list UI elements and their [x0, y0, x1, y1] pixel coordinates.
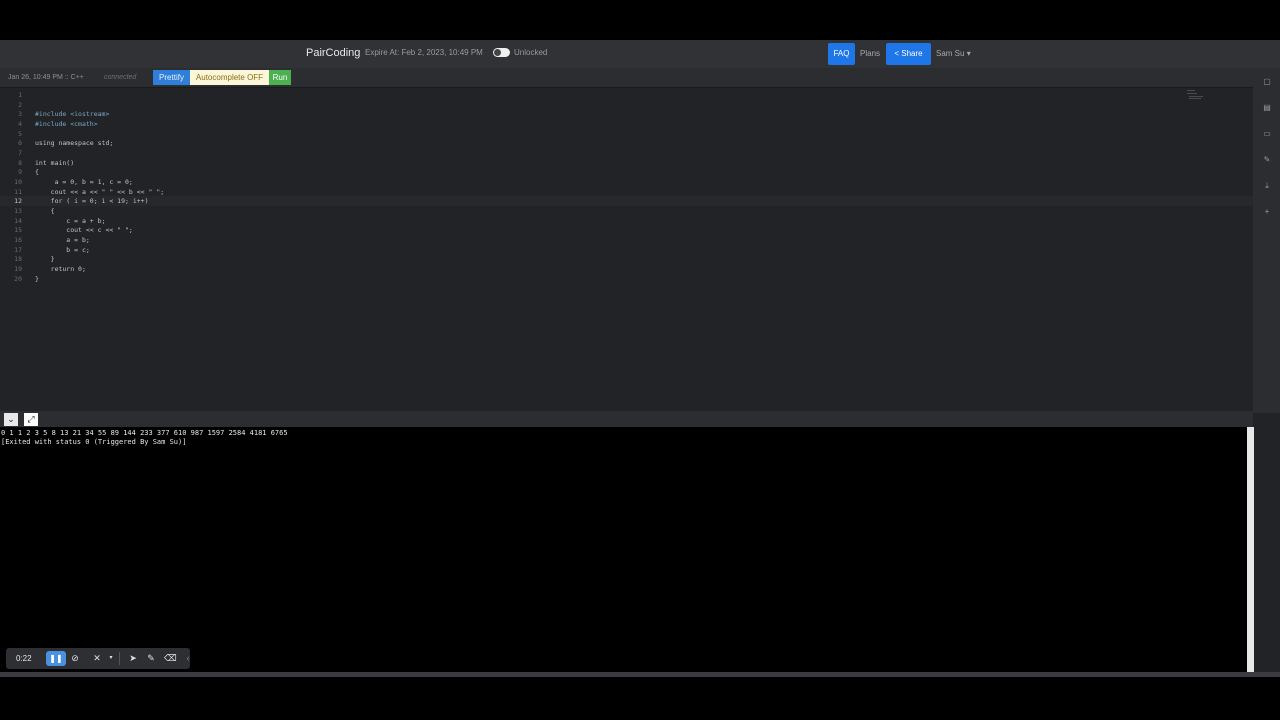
code-line: 19 return 0; [0, 264, 1253, 274]
separator [119, 652, 120, 665]
prettify-button[interactable]: Prettify [153, 70, 190, 85]
line-number: 16 [14, 236, 22, 244]
line-number: 13 [14, 207, 22, 215]
line-number: 10 [14, 178, 22, 186]
code-line: 4 #include <cmath> [0, 119, 1253, 129]
line-number: 1 [18, 91, 22, 99]
recording-controls: 0:22 ❚❚ ⊘ ✕ ▾ ➤ ✎ ⌫ ‹ [6, 648, 190, 669]
plans-link[interactable]: Plans [860, 49, 880, 58]
code-line: 16 a = b; [0, 235, 1253, 245]
code-line: 18 } [0, 254, 1253, 264]
mic-off-icon[interactable]: ✕ [91, 652, 103, 664]
recording-timer: 0:22 [16, 654, 32, 663]
code-text: for ( i = 0; i < 19; i++) [35, 197, 149, 205]
code-text: } [35, 255, 55, 263]
code-text: using namespace std; [35, 139, 114, 147]
mic-menu-caret-icon[interactable]: ▾ [105, 652, 117, 664]
run-button[interactable]: Run [269, 70, 291, 85]
pen-icon[interactable]: ✎ [145, 652, 157, 664]
line-number: 18 [14, 255, 22, 263]
console-output: 0 1 1 2 3 5 8 13 21 34 55 89 144 233 377… [0, 427, 1247, 672]
code-text: cout << c << " "; [35, 226, 133, 234]
code-text: { [35, 168, 39, 176]
editor-toolbar: Jan 26, 10:49 PM :: C++ connected Pretti… [0, 68, 1280, 88]
code-editor[interactable]: 1 2 3 #include <iostream> 4 #include <cmat… [0, 88, 1253, 411]
code-line: 10 a = 0, b = 1, c = 0; [0, 177, 1253, 187]
pause-icon: ❚❚ [49, 654, 63, 663]
code-line: 3 #include <iostream> [0, 109, 1253, 119]
line-number: 6 [18, 139, 22, 147]
line-number: 19 [14, 265, 22, 273]
expand-console-button[interactable]: ⤢ [24, 413, 38, 426]
console-line: 0 1 1 2 3 5 8 13 21 34 55 89 144 233 377… [1, 429, 288, 437]
line-number: 4 [18, 120, 22, 128]
collapse-console-button[interactable]: ⌄ [4, 413, 18, 426]
code-text: a = 0, b = 1, c = 0; [35, 178, 133, 186]
cursor-icon[interactable]: ➤ [127, 652, 139, 664]
code-text: return 0; [35, 265, 86, 273]
share-label: Share [901, 49, 923, 58]
code-line: 1 [0, 90, 1253, 100]
code-line: 15 cout << c << " "; [0, 225, 1253, 235]
line-number: 7 [18, 149, 22, 157]
code-line-active: 12 for ( i = 0; i < 19; i++) [0, 196, 1253, 206]
user-menu[interactable]: Sam Su ▾ [936, 49, 971, 58]
plus-icon[interactable]: + [1263, 208, 1271, 216]
code-line: 6 using namespace std; [0, 138, 1253, 148]
share-button[interactable]: < Share [886, 43, 931, 65]
paircoding-app: PairCoding Expire At: Feb 2, 2023, 10:49… [0, 40, 1280, 677]
brand-title[interactable]: PairCoding [306, 47, 360, 59]
code-text: { [35, 207, 55, 215]
window-icon[interactable]: ▢ [1263, 78, 1271, 86]
pencil-icon[interactable]: ✎ [1263, 156, 1271, 164]
code-line: 13 { [0, 206, 1253, 216]
code-text: #include <iostream> [35, 110, 110, 118]
bottom-bar [0, 672, 1280, 677]
line-number: 3 [18, 110, 22, 118]
lock-toggle[interactable] [493, 48, 510, 57]
code-text: a = b; [35, 236, 90, 244]
line-number: 9 [18, 168, 22, 176]
expire-text: Expire At: Feb 2, 2023, 10:49 PM [365, 48, 483, 57]
minimap[interactable] [1187, 90, 1207, 100]
download-icon[interactable]: ⤓ [1263, 182, 1271, 190]
connection-status: connected [104, 74, 137, 81]
chevron-left-icon[interactable]: ‹ [182, 652, 194, 664]
console-line: [Exited with status 0 (Triggered By Sam … [1, 437, 187, 446]
code-line: 7 [0, 148, 1253, 158]
right-sidebar: ▢ ▤ ▭ ✎ ⤓ + [1253, 70, 1280, 413]
lock-state-label: Unlocked [514, 48, 548, 57]
eraser-icon[interactable]: ⌫ [164, 652, 177, 664]
caret-down-icon: ▾ [966, 49, 971, 58]
code-text: #include <cmath> [35, 120, 98, 128]
camera-off-icon[interactable]: ⊘ [69, 652, 81, 664]
code-line: 9{ [0, 167, 1253, 177]
pause-button[interactable]: ❚❚ [46, 651, 66, 666]
session-meta: Jan 26, 10:49 PM :: C++ [8, 74, 84, 81]
line-number: 12 [14, 197, 22, 205]
code-line: 20} [0, 274, 1253, 284]
faq-button[interactable]: FAQ [828, 43, 855, 65]
autocomplete-toggle-button[interactable]: Autocomplete OFF [190, 70, 269, 85]
share-icon: < [894, 49, 900, 58]
video-icon[interactable]: ▭ [1263, 130, 1271, 138]
user-name: Sam Su [936, 49, 965, 58]
top-navbar: PairCoding Expire At: Feb 2, 2023, 10:49… [0, 40, 1280, 68]
console-scrollbar[interactable] [1247, 427, 1254, 672]
chat-icon[interactable]: ▤ [1263, 104, 1271, 112]
console-header: ⌄ ⤢ [0, 411, 1253, 427]
line-number: 20 [14, 275, 22, 283]
line-number: 15 [14, 226, 22, 234]
code-text: } [35, 275, 39, 283]
